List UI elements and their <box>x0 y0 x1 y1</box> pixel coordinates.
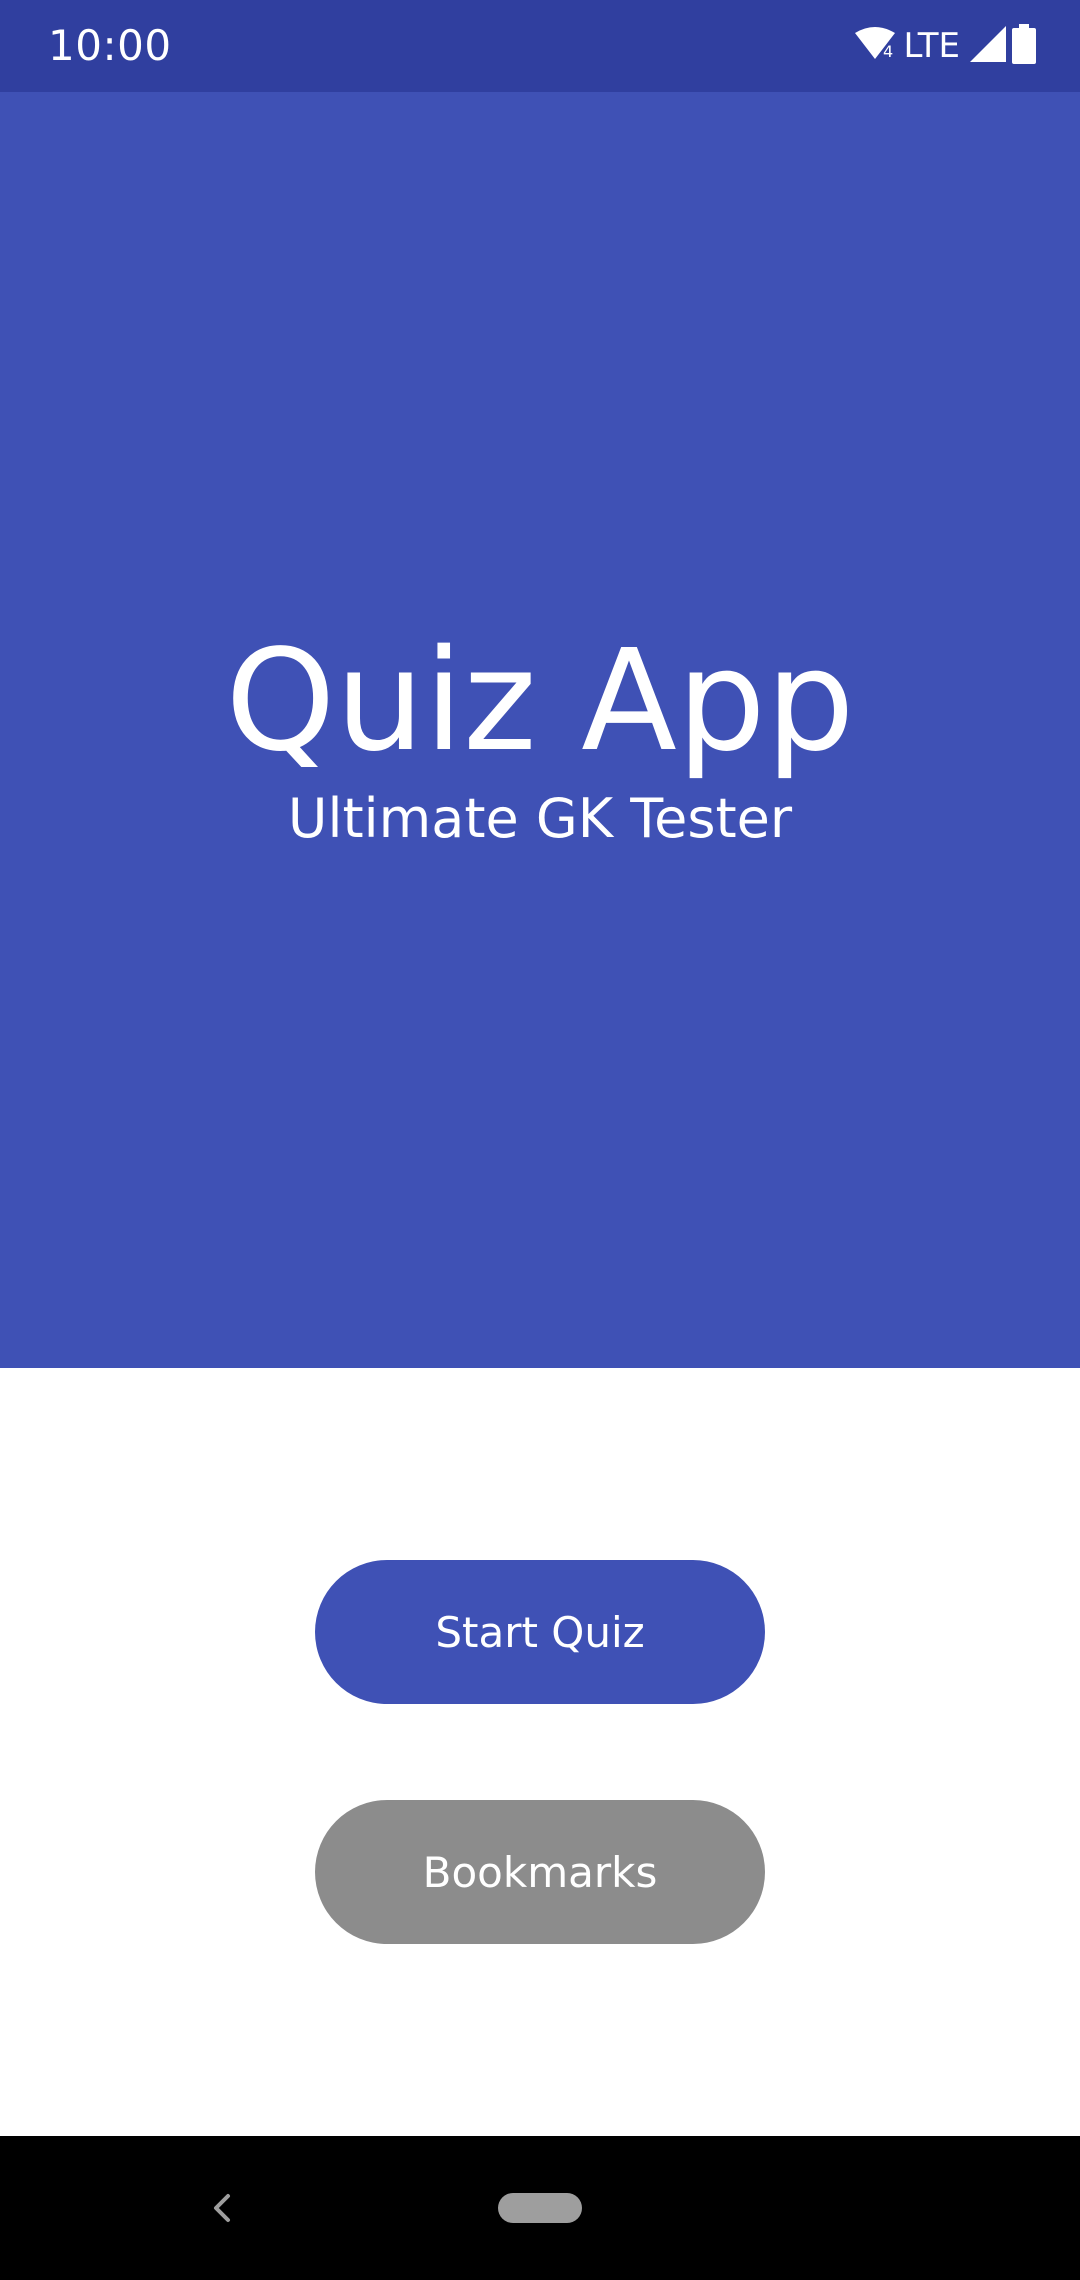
app-title: Quiz App <box>225 620 855 783</box>
status-bar: 10:00 4 LTE <box>0 0 1080 92</box>
wifi-icon: 4 <box>855 27 896 65</box>
battery-icon <box>1012 24 1036 68</box>
network-type-label: LTE <box>903 26 960 66</box>
home-pill-icon[interactable] <box>498 2193 582 2223</box>
status-icons: 4 LTE <box>855 22 1036 70</box>
navigation-bar <box>0 2136 1080 2280</box>
quiz-home-screen: 10:00 4 LTE Quiz App Ultimate GK Tester … <box>0 0 1080 2280</box>
app-subtitle: Ultimate GK Tester <box>287 787 793 850</box>
hero-banner: Quiz App Ultimate GK Tester <box>0 92 1080 1368</box>
status-time: 10:00 <box>48 21 172 70</box>
back-icon[interactable] <box>198 2178 246 2238</box>
cell-signal-icon <box>970 26 1006 66</box>
svg-text:4: 4 <box>883 42 893 61</box>
bookmarks-button[interactable]: Bookmarks <box>315 1800 765 1944</box>
start-quiz-button[interactable]: Start Quiz <box>315 1560 765 1704</box>
